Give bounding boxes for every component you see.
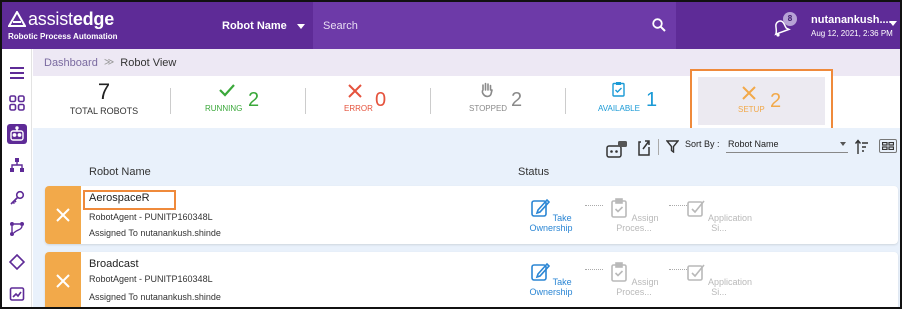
breadcrumb-dashboard-link[interactable]: Dashboard [44, 57, 98, 69]
stat-total-label: TOTAL ROBOTS [69, 106, 139, 116]
stat-total[interactable]: 7 TOTAL ROBOTS [69, 76, 139, 128]
robot-assignee: Assigned To nutanankush.shinde [89, 292, 221, 302]
key-icon[interactable] [7, 188, 27, 208]
sort-by-value: Robot Name [728, 139, 779, 149]
chevron-down-icon [840, 142, 846, 146]
stat-divider [430, 88, 431, 114]
x-icon [348, 84, 362, 98]
stat-setup-label: SETUP [738, 105, 765, 114]
stat-running[interactable]: RUNNING 2 [205, 76, 295, 128]
notifications-button[interactable]: 8 [770, 12, 798, 40]
logo-mark-icon [8, 11, 26, 27]
brand-name-bold: edge [72, 9, 115, 29]
tools-icon [742, 86, 756, 100]
robot-assignee: Assigned To nutanankush.shinde [89, 228, 221, 238]
stat-setup-count: 2 [770, 90, 782, 112]
filter-icon[interactable] [665, 139, 679, 153]
assign-process-step: Assign Proces... [598, 198, 670, 233]
breadcrumb-current: Robot View [120, 56, 177, 69]
robot-agent: RobotAgent - PUNITP160348L [89, 212, 213, 222]
checkbox-icon [687, 200, 705, 217]
robot-card[interactable]: Broadcast RobotAgent - PUNITP160348L Ass… [45, 252, 898, 307]
stat-available[interactable]: AVAILABLE 1 [598, 76, 678, 128]
brand-tagline: Robotic Process Automation [8, 32, 118, 41]
edit-icon [531, 262, 551, 281]
setup-status-strip [45, 252, 81, 307]
hand-icon [481, 82, 493, 98]
step-label: Application Si... [707, 213, 753, 233]
stat-setup-panel: SETUP 2 [698, 77, 825, 125]
search-input[interactable]: Search [313, 2, 676, 49]
search-placeholder: Search [323, 19, 358, 32]
sort-by-label: Sort By : [685, 139, 720, 149]
sort-by-select[interactable]: Robot Name [726, 135, 848, 153]
take-ownership-step[interactable]: Take Ownership [513, 262, 589, 297]
stat-stopped[interactable]: STOPPED 2 [468, 76, 548, 128]
check-icon [219, 84, 235, 97]
column-header-robot-name[interactable]: Robot Name [89, 166, 151, 178]
application-setup-step: Application Si... [683, 198, 755, 233]
stat-error[interactable]: ERROR 0 [342, 76, 422, 128]
clipboard-check-icon [611, 198, 628, 218]
stat-divider [170, 88, 171, 114]
toolbar-divider [658, 139, 659, 155]
user-datetime: Aug 12, 2021, 2:36 PM [811, 29, 893, 38]
app-window: assist edge Robotic Process Automation Ro… [0, 0, 902, 309]
stat-stopped-label: STOPPED [469, 104, 508, 113]
setup-status-strip [45, 186, 81, 244]
search-scope-label: Robot Name [222, 19, 287, 32]
stat-error-label: ERROR [344, 104, 373, 113]
robot-chat-icon[interactable] [606, 140, 628, 160]
stat-stopped-count: 2 [511, 89, 523, 111]
search-scope-select[interactable]: Robot Name [212, 2, 313, 49]
search-icon[interactable] [652, 18, 666, 32]
tools-icon [56, 274, 70, 288]
column-header-status[interactable]: Status [518, 166, 549, 178]
breadcrumb-separator: ≫ [103, 57, 115, 68]
chevron-down-icon [297, 24, 305, 29]
assign-process-step: Assign Proces... [598, 262, 670, 297]
sort-icon[interactable] [855, 139, 869, 155]
notification-badge: 8 [783, 12, 797, 26]
top-bar: assist edge Robotic Process Automation Ro… [2, 2, 900, 49]
stat-running-count: 2 [248, 89, 260, 111]
stat-available-label: AVAILABLE [598, 104, 640, 113]
hierarchy-icon[interactable] [7, 155, 27, 175]
side-nav [2, 49, 32, 307]
robot-name-highlight [83, 190, 176, 210]
user-menu-chevron-icon[interactable] [889, 21, 897, 26]
clipboard-check-icon [612, 82, 625, 97]
clipboard-check-icon [611, 262, 628, 282]
user-menu[interactable]: nutanankush.... Aug 12, 2021, 2:36 PM [811, 14, 893, 38]
edit-icon [531, 198, 551, 217]
stat-running-label: RUNNING [205, 104, 243, 113]
take-ownership-step[interactable]: Take Ownership [513, 198, 589, 233]
robot-name[interactable]: Broadcast [89, 258, 139, 270]
stat-divider [565, 88, 566, 114]
stat-setup[interactable]: SETUP 2 [690, 69, 833, 133]
tools-icon [56, 208, 70, 222]
stat-divider [305, 88, 306, 114]
stat-error-count: 0 [375, 89, 387, 111]
step-label: Application Si... [707, 277, 753, 297]
application-setup-step: Application Si... [683, 262, 755, 297]
brand-logo[interactable]: assist edge Robotic Process Automation [8, 10, 118, 41]
grid-icon[interactable] [7, 93, 27, 113]
chart-icon[interactable] [7, 284, 27, 304]
diamond-icon[interactable] [7, 252, 27, 272]
user-name: nutanankush.... [811, 14, 892, 26]
menu-icon[interactable] [7, 63, 27, 83]
stat-total-count: 7 [97, 79, 111, 104]
checkbox-icon [687, 264, 705, 281]
card-view-icon[interactable] [879, 139, 897, 153]
flow-icon[interactable] [7, 219, 27, 239]
robot-agent: RobotAgent - PUNITP160348L [89, 274, 213, 284]
brand-name-light: assist [28, 9, 73, 29]
robot-icon[interactable] [7, 124, 27, 144]
export-icon[interactable] [636, 138, 652, 156]
stat-available-count: 1 [646, 89, 658, 111]
